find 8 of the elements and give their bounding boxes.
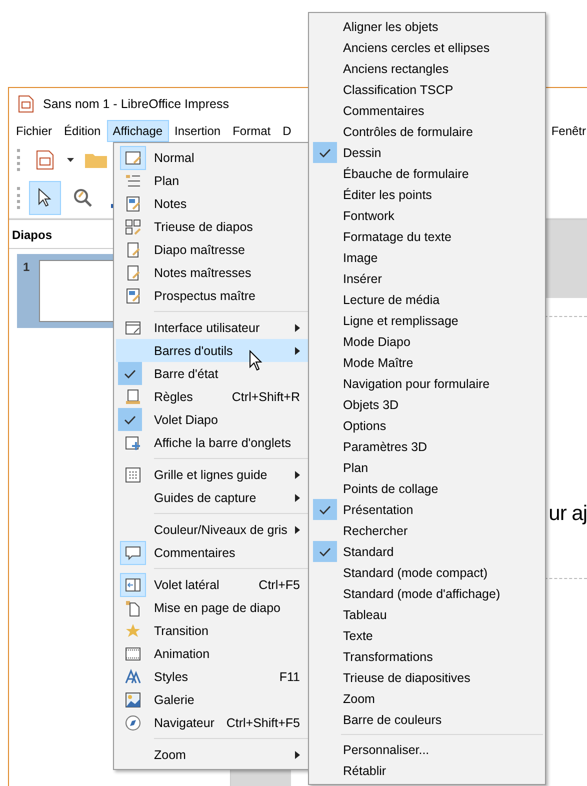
shortcut-text: Ctrl+Shift+F5 — [226, 716, 300, 730]
slide-number: 1 — [23, 260, 30, 274]
panel-title: Diapos — [12, 228, 52, 242]
shortcut-text: F11 — [279, 670, 300, 684]
slide-title-text: ur aj — [548, 502, 587, 526]
shortcut-text: Ctrl+Shift+R — [232, 390, 300, 404]
window-title: Sans nom 1 - LibreOffice Impress — [43, 97, 229, 111]
shortcut-text: Ctrl+F5 — [258, 578, 300, 592]
